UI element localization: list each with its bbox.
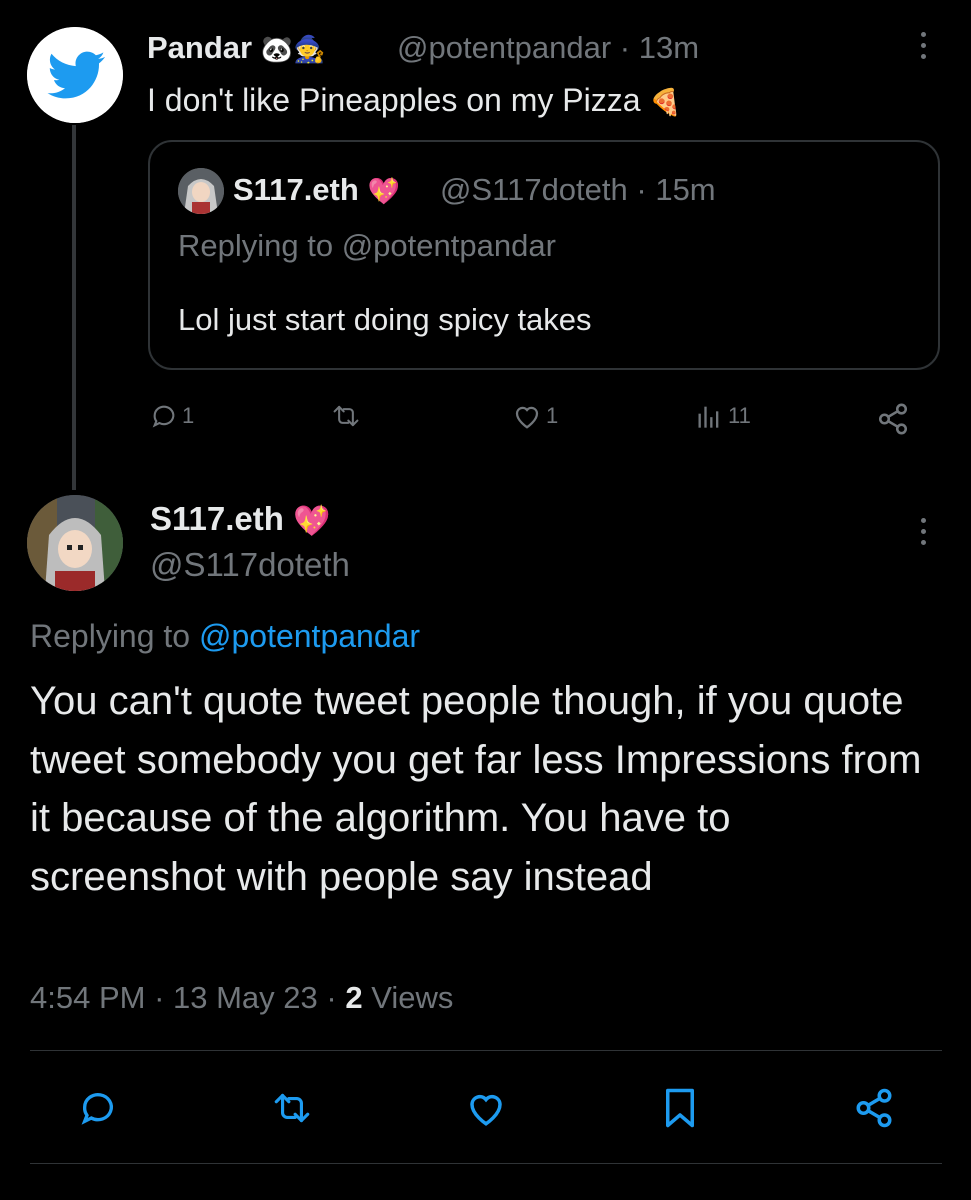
heart-icon	[515, 406, 539, 429]
reply-icon	[81, 1093, 113, 1125]
main-replying-to: Replying to @potentpandar	[30, 618, 420, 655]
inner-replying-to: Replying to @potentpandar	[178, 228, 556, 263]
like-action[interactable]: 1	[512, 402, 558, 430]
sparkling-heart-emoji-icon: 💖	[293, 504, 331, 538]
pizza-emoji-icon: 🍕	[649, 87, 682, 118]
tweet-time[interactable]: 4:54 PM	[30, 980, 145, 1015]
heart-icon	[470, 1094, 502, 1126]
share-icon	[856, 1088, 892, 1128]
reply-icon	[152, 405, 175, 428]
bookmark-icon	[666, 1088, 694, 1128]
handle-text: @potentpandar	[397, 30, 612, 65]
avatar-illustration-icon	[27, 495, 123, 591]
time-text: 13m	[638, 30, 700, 65]
views-action[interactable]: 11	[694, 402, 751, 430]
panda-emoji-icon: 🐼	[260, 34, 294, 65]
author-name-text: S117.eth	[150, 500, 284, 537]
main-tweet-text: You can't quote tweet people though, if …	[30, 679, 922, 899]
share-action[interactable]	[876, 402, 910, 436]
retweet-button[interactable]	[264, 1080, 320, 1136]
retweet-icon	[333, 405, 359, 427]
share-icon	[878, 403, 908, 435]
retweet-icon	[274, 1093, 310, 1123]
like-count: 1	[546, 403, 559, 428]
main-author-avatar[interactable]	[27, 495, 123, 591]
main-author-name[interactable]: S117.eth 💖	[150, 500, 330, 539]
replying-handle-link[interactable]: @potentpandar	[199, 618, 420, 654]
share-button[interactable]	[846, 1080, 902, 1136]
quoted-author-handle-time[interactable]: @potentpandar · 13m	[397, 30, 699, 66]
thread-connector	[72, 125, 76, 490]
handle-text: @S117doteth	[440, 172, 628, 207]
like-button[interactable]	[458, 1080, 514, 1136]
replying-prefix: Replying to	[30, 618, 191, 654]
quoted-tweet-text: I don't like Pineapples on my Pizza 🍕	[147, 82, 682, 119]
retweet-action[interactable]	[330, 402, 362, 430]
inner-reply-handle-time: @S117doteth · 15m	[440, 172, 716, 207]
views-count: 11	[728, 403, 751, 428]
more-options-icon[interactable]	[920, 32, 926, 59]
divider	[30, 1163, 942, 1164]
inner-reply-text: Lol just start doing spicy takes	[178, 302, 592, 337]
views-count: 2	[345, 980, 363, 1015]
reply-button[interactable]	[70, 1080, 126, 1136]
tweet-text: I don't like Pineapples on my Pizza	[147, 82, 641, 118]
inner-reply-author: S117.eth 💖	[233, 172, 400, 208]
tweet-date[interactable]: 13 May 23	[173, 980, 318, 1015]
views-label: Views	[371, 980, 454, 1015]
sparkling-heart-emoji-icon: 💖	[367, 176, 400, 207]
more-options-icon[interactable]	[920, 518, 926, 545]
author-name-text: Pandar	[147, 30, 253, 65]
analytics-icon	[698, 406, 719, 428]
avatar-illustration-icon	[178, 168, 224, 214]
author-name-text: S117.eth	[233, 172, 359, 207]
pandar-avatar[interactable]	[27, 27, 123, 123]
bookmark-button[interactable]	[652, 1080, 708, 1136]
main-author-handle[interactable]: @S117doteth	[150, 546, 350, 584]
reply-action[interactable]: 1	[150, 402, 194, 430]
inner-reply-avatar	[178, 168, 224, 214]
tweet-metadata: 4:54 PM · 13 May 23 · 2 Views	[30, 980, 454, 1015]
divider	[30, 1050, 942, 1051]
reply-count: 1	[182, 403, 195, 428]
wizard-emoji-icon: 🧙	[293, 34, 326, 65]
twitter-bird-icon	[27, 27, 123, 123]
quoted-author-name[interactable]: Pandar 🐼🧙	[147, 30, 325, 66]
time-text: 15m	[655, 172, 716, 207]
